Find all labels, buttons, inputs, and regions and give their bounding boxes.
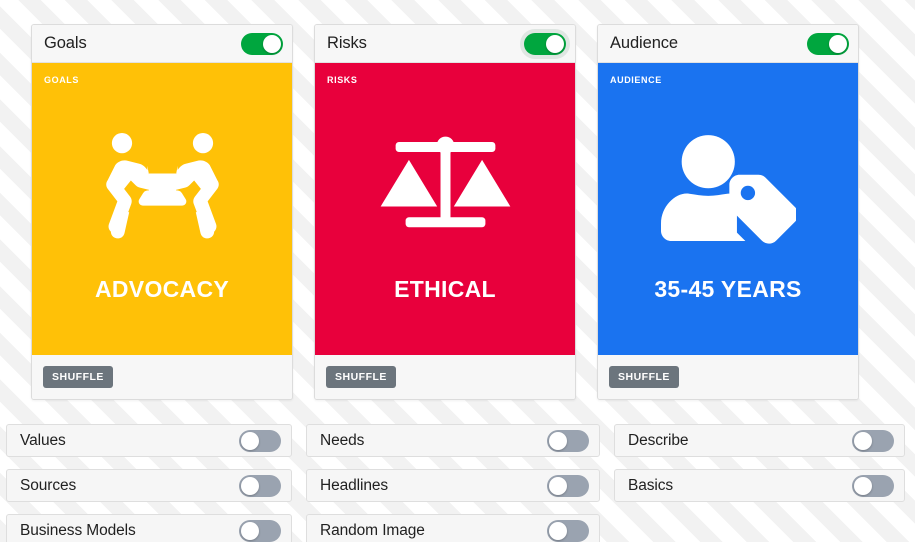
toggle-knob (263, 34, 281, 53)
toggle-knob (854, 431, 872, 450)
card-header-audience: Audience (598, 25, 858, 63)
card-header-goals: Goals (32, 25, 292, 63)
toggle-knob (829, 34, 847, 53)
switch-row-needs[interactable]: Needs (306, 424, 600, 457)
switch-row-headlines[interactable]: Headlines (306, 469, 600, 502)
toggle-knob (549, 431, 567, 450)
switch-label-describe: Describe (628, 431, 689, 449)
shuffle-button-audience[interactable]: SHUFFLE (609, 366, 679, 388)
toggle-knob (854, 476, 872, 495)
switch-row-sources[interactable]: Sources (6, 469, 292, 502)
toggle-knob (241, 521, 259, 540)
card-kicker-goals: GOALS (44, 75, 80, 85)
toggle-knob (549, 521, 567, 540)
card-header-risks: Risks (315, 25, 575, 63)
feature-card-row: Goals GOALS ADVOCACY SHUFFLE Risks RISKS… (0, 0, 915, 400)
switch-label-business-models: Business Models (20, 521, 136, 539)
switch-column-3: Describe Basics (614, 424, 905, 542)
switch-label-headlines: Headlines (320, 476, 389, 494)
card-body-audience: AUDIENCE 35-45 YEARS (598, 63, 858, 355)
switch-toggle-describe[interactable] (852, 429, 894, 452)
toggle-knob (241, 431, 259, 450)
card-toggle-audience[interactable] (807, 32, 849, 55)
switch-label-random-image: Random Image (320, 521, 425, 539)
switch-row-describe[interactable]: Describe (614, 424, 905, 457)
toggle-knob (549, 476, 567, 495)
card-toggle-risks[interactable] (524, 32, 566, 55)
switch-label-sources: Sources (20, 476, 77, 494)
switch-label-needs: Needs (320, 431, 365, 449)
card-body-risks: RISKS ETHICAL (315, 63, 575, 355)
card-audience: Audience AUDIENCE 35-45 YEARS SHUFFLE (597, 24, 859, 400)
switch-row-basics[interactable]: Basics (614, 469, 905, 502)
toggle-knob (546, 34, 564, 53)
balance-scale-icon (378, 119, 513, 254)
switch-toggle-basics[interactable] (852, 474, 894, 497)
people-carry-icon (95, 119, 230, 254)
switch-toggle-values[interactable] (239, 429, 281, 452)
switch-row-values[interactable]: Values (6, 424, 292, 457)
switch-label-values: Values (20, 431, 66, 449)
user-tag-icon (660, 119, 796, 254)
card-risks: Risks RISKS ETHICAL SHUFFLE (314, 24, 576, 400)
switch-toggle-sources[interactable] (239, 474, 281, 497)
card-kicker-audience: AUDIENCE (610, 75, 662, 85)
card-toggle-goals[interactable] (241, 32, 283, 55)
switch-grid: Values Sources Business Models Needs Hea… (0, 400, 915, 542)
switch-column-1: Values Sources Business Models (6, 424, 292, 542)
switch-column-2: Needs Headlines Random Image (306, 424, 600, 542)
shuffle-button-risks[interactable]: SHUFFLE (326, 366, 396, 388)
card-title-audience: Audience (610, 34, 679, 52)
card-title-goals: Goals (44, 34, 87, 52)
shuffle-button-goals[interactable]: SHUFFLE (43, 366, 113, 388)
switch-row-random-image[interactable]: Random Image (306, 514, 600, 542)
card-footer-audience: SHUFFLE (598, 355, 858, 399)
card-title-risks: Risks (327, 34, 367, 52)
card-value-risks: ETHICAL (394, 276, 496, 302)
card-goals: Goals GOALS ADVOCACY SHUFFLE (31, 24, 293, 400)
card-value-goals: ADVOCACY (94, 276, 230, 302)
switch-label-basics: Basics (628, 476, 674, 494)
card-kicker-risks: RISKS (327, 75, 358, 85)
card-body-goals: GOALS ADVOCACY (32, 63, 292, 355)
toggle-knob (241, 476, 259, 495)
switch-row-business-models[interactable]: Business Models (6, 514, 292, 542)
switch-toggle-business-models[interactable] (239, 519, 281, 542)
card-value-audience: 35-45 YEARS (654, 276, 802, 302)
switch-toggle-random-image[interactable] (547, 519, 589, 542)
card-footer-risks: SHUFFLE (315, 355, 575, 399)
switch-toggle-needs[interactable] (547, 429, 589, 452)
card-footer-goals: SHUFFLE (32, 355, 292, 399)
switch-toggle-headlines[interactable] (547, 474, 589, 497)
